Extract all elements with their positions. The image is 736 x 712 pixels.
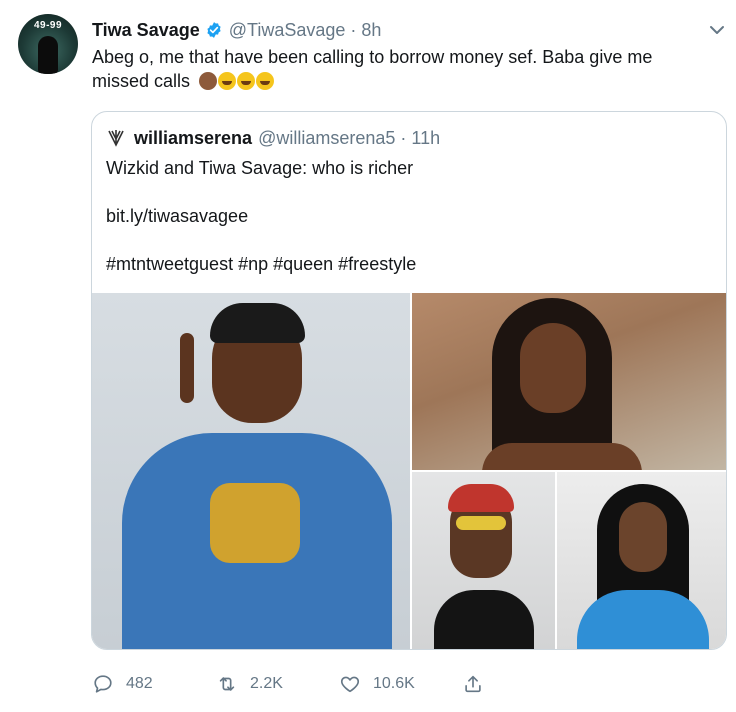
- quoted-header-separator: ·: [400, 127, 407, 148]
- rofl-icon: [256, 72, 275, 90]
- photo-figure-top: [210, 483, 300, 563]
- photo-figure-hoodie: [577, 590, 709, 649]
- retweet-count: 2.2K: [250, 675, 283, 692]
- photo-man-sunglasses[interactable]: [412, 472, 555, 649]
- photo-figure-face: [619, 502, 667, 572]
- rofl-icon: [237, 72, 256, 90]
- author-name[interactable]: Tiwa Savage: [92, 20, 200, 41]
- quoted-hashtags[interactable]: #mtntweetguest #np #queen #freestyle: [106, 254, 416, 275]
- reply-count: 482: [126, 675, 153, 692]
- like-button[interactable]: 10.6K: [339, 672, 415, 696]
- photo-figure-hair: [210, 303, 305, 343]
- photo-figure-face: [520, 323, 586, 413]
- tweet-time[interactable]: 8h: [361, 20, 381, 41]
- share-button[interactable]: [462, 672, 496, 696]
- tweet-text-content: Abeg o, me that have been calling to bor…: [92, 47, 653, 91]
- avatar-figure: [38, 36, 58, 74]
- photo-figure-hand: [180, 333, 194, 403]
- photo-woman-portrait[interactable]: [412, 293, 726, 470]
- author-handle[interactable]: @TiwaSavage: [229, 20, 346, 41]
- tweet-actions: 482 2.2K 10.6K: [92, 672, 522, 696]
- share-icon: [465, 675, 481, 693]
- quoted-author-logo-icon: [108, 130, 124, 147]
- photo-woman-blue-hoodie[interactable]: [557, 472, 726, 649]
- retweet-button[interactable]: 2.2K: [216, 672, 283, 696]
- tweet: 49-99 Tiwa Savage @TiwaSavage · 8h Abeg …: [0, 0, 736, 712]
- tweet-header: Tiwa Savage @TiwaSavage · 8h: [92, 18, 381, 42]
- chevron-down-icon[interactable]: [707, 22, 727, 38]
- photo-figure-shirt: [434, 590, 534, 649]
- quoted-author-name[interactable]: williamserena: [134, 128, 252, 149]
- rofl-icon: [218, 72, 237, 90]
- photo-woman-pointing[interactable]: [92, 293, 410, 649]
- quoted-tweet-time: 11h: [411, 127, 441, 148]
- heart-icon: [340, 676, 360, 693]
- photo-figure-beanie: [448, 484, 514, 512]
- author-avatar[interactable]: 49-99: [18, 14, 78, 74]
- photo-figure-sunglasses: [456, 516, 506, 530]
- tweet-text: Abeg o, me that have been calling to bor…: [92, 45, 702, 93]
- header-separator: ·: [350, 19, 357, 40]
- like-count: 10.6K: [373, 675, 415, 692]
- reply-button[interactable]: 482: [92, 672, 153, 696]
- quoted-text-line: Wizkid and Tiwa Savage: who is richer: [106, 158, 414, 178]
- quoted-tweet[interactable]: williamserena @williamserena5 · 11h Wizk…: [91, 111, 727, 650]
- see-no-evil-monkey-icon: [199, 72, 218, 90]
- retweet-icon: [219, 677, 235, 691]
- photo-figure-shoulders: [482, 443, 642, 470]
- quoted-author-handle[interactable]: @williamserena5: [258, 128, 395, 149]
- reply-icon: [94, 675, 112, 693]
- verified-badge-icon: [207, 22, 221, 38]
- quoted-tweet-header: williamserena @williamserena5 · 11h: [106, 126, 440, 150]
- avatar-text: 49-99: [33, 20, 63, 31]
- quoted-link[interactable]: bit.ly/tiwasavagee: [106, 206, 248, 227]
